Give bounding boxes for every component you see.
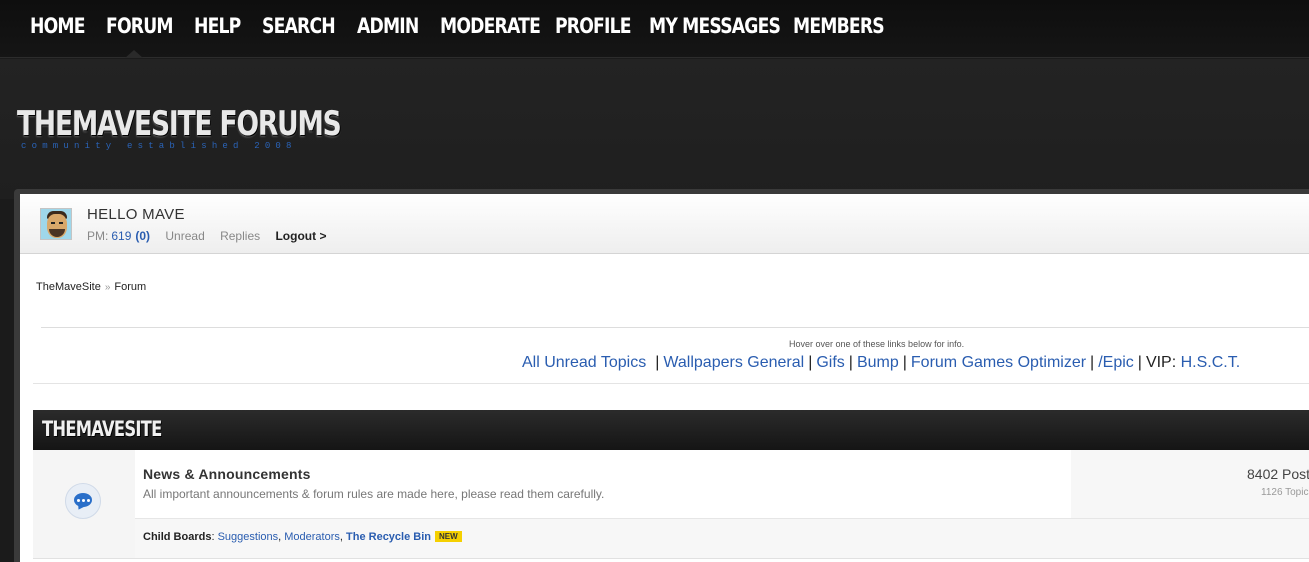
board-topic-count: 1126 Topics bbox=[1261, 487, 1309, 498]
hover-note: Hover over one of these links below for … bbox=[789, 339, 965, 349]
nav-profile[interactable]: PROFILE bbox=[555, 14, 632, 38]
link-forum-games-optimizer[interactable]: Forum Games Optimizer bbox=[911, 354, 1086, 371]
user-bar bbox=[20, 194, 1309, 254]
logout-link[interactable]: Logout > bbox=[275, 229, 326, 243]
link-hsct[interactable]: H.S.C.T. bbox=[1181, 354, 1241, 371]
pm-label: PM: bbox=[87, 229, 109, 243]
vip-label: VIP: bbox=[1145, 354, 1177, 371]
board-title-link[interactable]: News & Announcements bbox=[143, 466, 311, 482]
divider bbox=[33, 383, 1309, 384]
speech-bubble-icon bbox=[65, 483, 101, 519]
category-title[interactable]: THEMAVESITE bbox=[42, 417, 162, 441]
child-board-recycle-bin[interactable]: The Recycle Bin bbox=[346, 531, 431, 543]
active-tab-pointer-icon bbox=[125, 50, 143, 58]
nav-my-messages[interactable]: MY MESSAGES bbox=[649, 14, 781, 38]
site-logo-title[interactable]: THEMAVESITE FORUMS bbox=[17, 104, 342, 144]
next-row-edge bbox=[33, 558, 1309, 562]
divider bbox=[41, 327, 1309, 328]
unread-link[interactable]: Unread bbox=[165, 229, 204, 243]
breadcrumb-forum[interactable]: Forum bbox=[114, 281, 146, 293]
child-boards-label: Child Boards bbox=[143, 531, 212, 543]
nav-home[interactable]: HOME bbox=[30, 14, 85, 38]
nav-moderate[interactable]: MODERATE bbox=[440, 14, 541, 38]
breadcrumb-home[interactable]: TheMaveSite bbox=[36, 281, 101, 293]
link-bump[interactable]: Bump bbox=[857, 354, 899, 371]
child-board-moderators[interactable]: Moderators bbox=[284, 531, 340, 543]
child-boards: Child Boards: Suggestions, Moderators, T… bbox=[143, 531, 462, 543]
breadcrumb-separator: » bbox=[104, 282, 111, 293]
site-logo-subtitle: community established 2008 bbox=[21, 141, 297, 151]
nav-search[interactable]: SEARCH bbox=[262, 14, 336, 38]
pm-count-link[interactable]: 619 bbox=[111, 229, 131, 243]
user-links: PM: 619 (0) Unread Replies Logout > bbox=[87, 229, 338, 243]
nav-admin[interactable]: ADMIN bbox=[357, 14, 419, 38]
board-main-cell bbox=[135, 450, 1071, 518]
avatar[interactable] bbox=[40, 208, 72, 240]
pm-new-count[interactable]: (0) bbox=[135, 229, 150, 243]
quick-links: All Unread Topics | Wallpapers General | Gif… bbox=[522, 354, 1241, 371]
link-gifs[interactable]: Gifs bbox=[816, 354, 844, 371]
nav-help[interactable]: HELP bbox=[194, 14, 241, 38]
top-navigation: HOME FORUM HELP SEARCH ADMIN MODERATE PR… bbox=[0, 0, 1309, 58]
replies-link[interactable]: Replies bbox=[220, 229, 260, 243]
link-wallpapers-general[interactable]: Wallpapers General bbox=[663, 354, 804, 371]
link-epic[interactable]: /Epic bbox=[1098, 354, 1134, 371]
breadcrumb: TheMaveSite» Forum bbox=[36, 281, 146, 293]
nav-members[interactable]: MEMBERS bbox=[793, 14, 885, 38]
child-board-suggestions[interactable]: Suggestions bbox=[218, 531, 279, 543]
new-badge: NEW bbox=[435, 531, 462, 542]
board-description: All important announcements & forum rule… bbox=[143, 487, 605, 501]
nav-forum[interactable]: FORUM bbox=[106, 14, 174, 38]
user-greeting: HELLO MAVE bbox=[87, 206, 185, 223]
link-all-unread-topics[interactable]: All Unread Topics bbox=[522, 354, 646, 371]
category-header bbox=[33, 410, 1309, 450]
board-stats-cell bbox=[1071, 450, 1309, 518]
board-post-count: 8402 Posts bbox=[1247, 466, 1309, 482]
